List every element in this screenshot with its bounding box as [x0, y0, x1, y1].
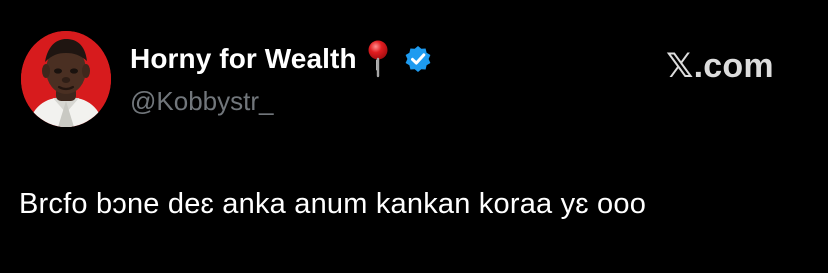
verified-badge-icon — [403, 44, 433, 74]
x-com-label: 𝕏.com — [666, 47, 774, 85]
pin-icon — [366, 40, 390, 78]
author-name-row: Horny for Wealth — [130, 40, 433, 78]
tweet-card: Horny for Wealth @Kobbystr_ 𝕏.com Brcfo … — [0, 0, 828, 273]
author-handle[interactable]: @Kobbystr_ — [130, 86, 273, 117]
avatar[interactable] — [21, 31, 111, 127]
author-display-name[interactable]: Horny for Wealth — [130, 43, 357, 75]
tweet-text: Brcfo bɔne deɛ anka anum kankan koraa yɛ… — [19, 188, 647, 220]
